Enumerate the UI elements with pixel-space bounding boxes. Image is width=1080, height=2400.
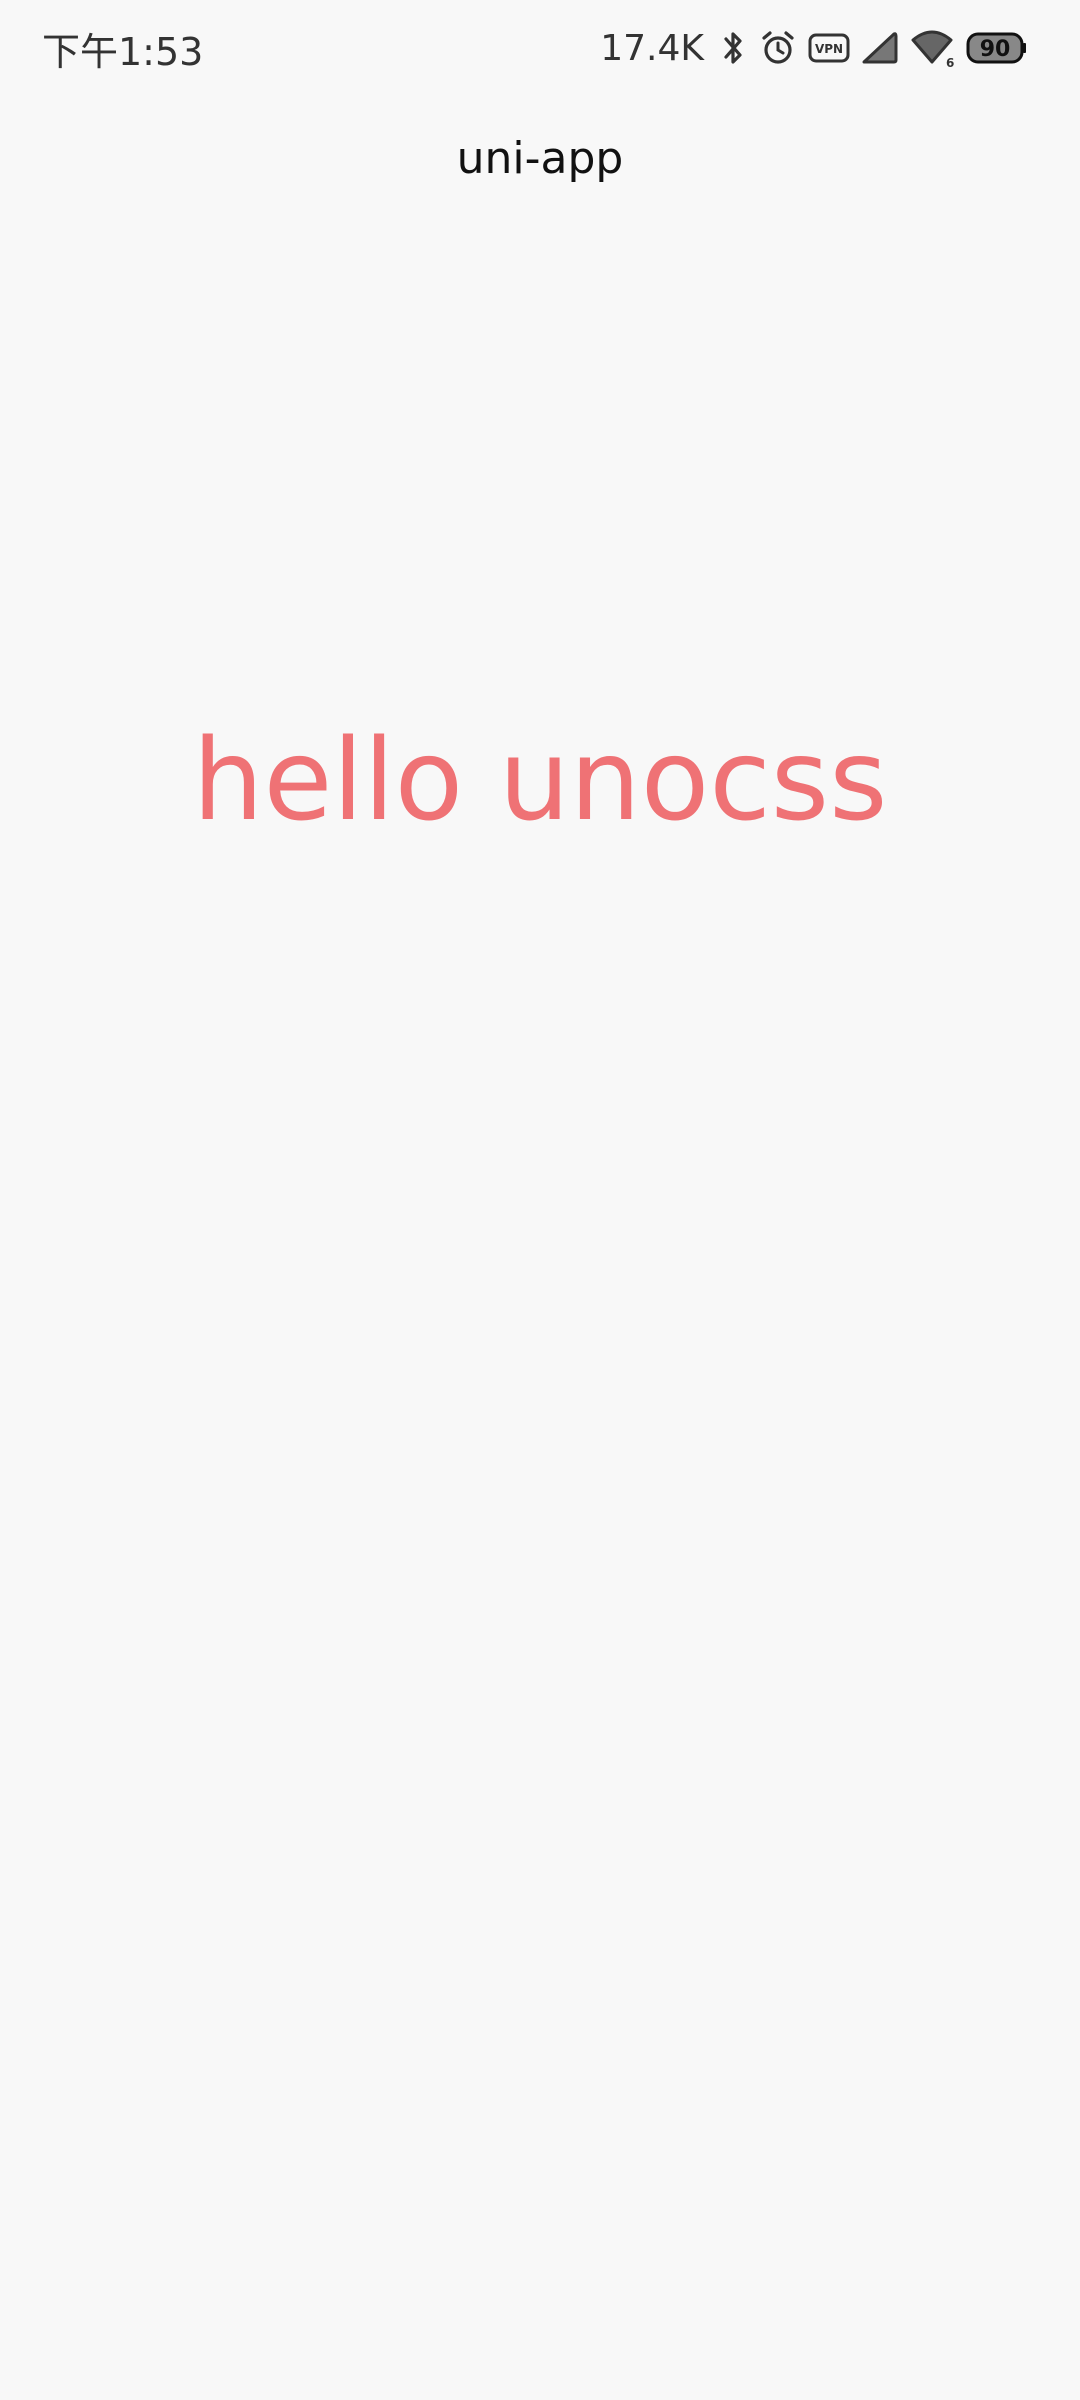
cellular-signal-icon: [860, 30, 900, 66]
battery-icon: 90: [966, 30, 1028, 66]
app-screen: 下午1:53 17.4K VPN 6 90 uni-app hello unoc…: [0, 0, 1080, 2400]
svg-text:6: 6: [946, 56, 954, 68]
svg-text:90: 90: [980, 37, 1011, 62]
page-title: uni-app: [456, 132, 624, 184]
status-icons: 17.4K VPN 6 90: [600, 28, 1028, 69]
page-content: hello unocss: [0, 220, 1080, 2400]
wifi-icon: 6: [910, 28, 956, 68]
svg-text:VPN: VPN: [815, 42, 843, 56]
network-speed: 17.4K: [600, 27, 704, 69]
alarm-icon: [758, 28, 798, 68]
navigation-bar: uni-app: [0, 96, 1080, 220]
vpn-icon: VPN: [808, 32, 850, 64]
bluetooth-icon: [718, 28, 748, 68]
greeting-text: hello unocss: [192, 716, 888, 846]
status-time: 下午1:53: [42, 29, 204, 74]
status-bar: 下午1:53 17.4K VPN 6 90: [0, 0, 1080, 96]
